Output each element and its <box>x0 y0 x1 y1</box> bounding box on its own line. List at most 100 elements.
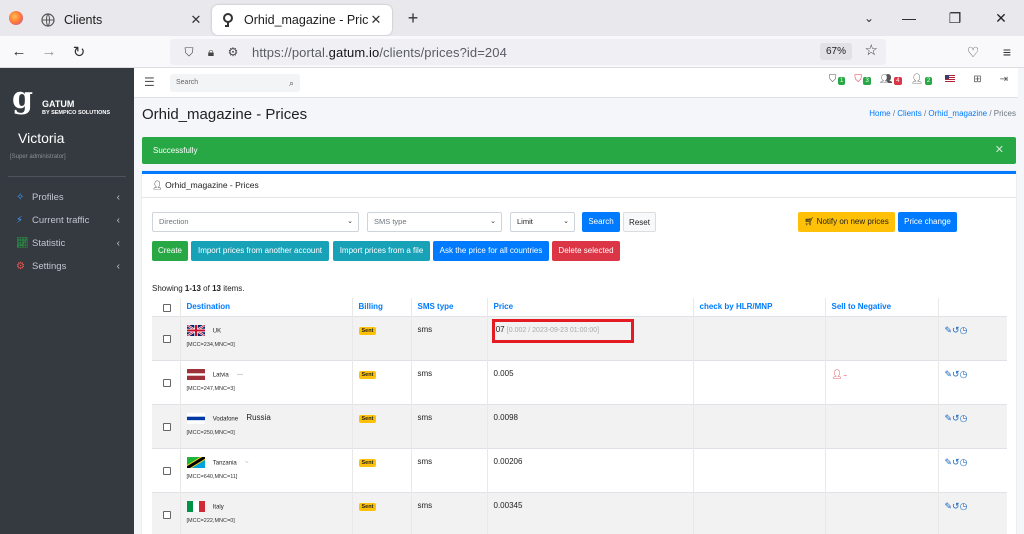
tab-title: Clients <box>64 13 103 27</box>
grid-icon[interactable]: ⊞ <box>973 74 981 85</box>
user-minus-icon[interactable]: 👤︎₋ <box>832 369 848 379</box>
list-tabs-chevron-icon[interactable]: ⌄ <box>864 0 874 36</box>
row-checkbox[interactable] <box>163 334 171 343</box>
search-icon[interactable]: ⌕ <box>289 74 294 92</box>
clock-icon[interactable]: ◷ <box>960 369 968 379</box>
minimize-button[interactable]: — <box>886 0 932 36</box>
user-notification-icon[interactable]: 👤︎ 2 <box>911 74 933 85</box>
tab-clients[interactable]: Clients ✕ <box>32 5 212 35</box>
notify-label: Notify on new prices <box>816 217 889 226</box>
price-cell[interactable]: 0.00345 <box>486 492 693 534</box>
price-value[interactable]: 0.00345 <box>494 501 523 510</box>
operator-logo-icon: ~ <box>245 460 249 467</box>
price-cell[interactable]: 0.0098 <box>486 404 693 448</box>
history-icon[interactable]: ↺ <box>952 457 960 467</box>
lock-icon[interactable]: 🔒︎ <box>200 45 222 60</box>
history-icon[interactable]: ↺ <box>952 501 960 511</box>
select-all-checkbox[interactable] <box>163 303 171 312</box>
restore-button[interactable]: ❐ <box>932 0 978 36</box>
notify-new-prices-button[interactable]: 🛒︎ Notify on new prices <box>798 212 895 232</box>
zoom-level[interactable]: 67% <box>819 43 852 60</box>
history-icon[interactable]: ↺ <box>952 369 960 379</box>
row-checkbox[interactable] <box>163 466 171 475</box>
browser-tabbar: Clients ✕ Orhid_magazine - Prices ✕ + ⌄ … <box>0 0 1024 36</box>
new-tab-button[interactable]: + <box>398 8 428 29</box>
price-value[interactable]: 0.005 <box>494 369 514 378</box>
back-button[interactable]: ← <box>4 43 34 60</box>
row-checkbox[interactable] <box>163 510 171 519</box>
edit-icon[interactable]: ✎ <box>945 413 953 423</box>
price-change-button[interactable]: Price change <box>898 212 957 232</box>
italy-flag-icon <box>186 500 205 512</box>
sidebar-menu: ✧ Profiles ‹ ⚡︎ Current traffic ‹ 📈︎ Sta… <box>0 186 134 278</box>
edit-icon[interactable]: ✎ <box>945 457 953 467</box>
sidebar-item-label: Profiles <box>32 192 64 203</box>
row-checkbox[interactable] <box>163 422 171 431</box>
price-value[interactable]: 0.0098 <box>494 413 518 422</box>
price-value[interactable]: 0.00206 <box>494 457 523 466</box>
url-text[interactable]: https://portal.gatum.io/clients/prices?i… <box>252 45 507 60</box>
col-destination[interactable]: Destination <box>179 298 352 316</box>
close-alert-icon[interactable]: ✕ <box>995 137 1004 164</box>
hamburger-icon[interactable]: ☰ <box>144 75 155 89</box>
app-menu-icon[interactable]: ≡ <box>990 36 1024 68</box>
alert-notification-icon[interactable]: ⛉ 3 <box>854 74 871 85</box>
search-button[interactable]: Search <box>582 212 620 232</box>
brand-logo[interactable]: g GATUM BY SEMPICO SOLUTIONS <box>12 82 132 122</box>
col-sms-type[interactable]: SMS type <box>410 298 487 316</box>
col-price[interactable]: Price <box>486 298 693 316</box>
billing-badge: Sent <box>358 370 377 379</box>
tab-prices[interactable]: Orhid_magazine - Prices ✕ <box>212 5 392 35</box>
create-button[interactable]: Create <box>152 241 188 261</box>
ask-price-all-countries-button[interactable]: Ask the price for all countries <box>433 241 549 261</box>
price-cell[interactable]: 0.005 <box>486 360 693 404</box>
row-checkbox[interactable] <box>163 378 171 387</box>
close-window-button[interactable]: ✕ <box>978 0 1024 36</box>
clock-icon[interactable]: ◷ <box>960 457 968 467</box>
import-from-file-button[interactable]: Import prices from a file <box>333 241 430 261</box>
address-bar[interactable]: ⛉ 🔒︎ ⚙ https://portal.gatum.io/clients/p… <box>170 39 886 65</box>
col-sell-negative[interactable]: Sell to Negative <box>824 298 938 316</box>
bookmark-star-icon[interactable]: ☆ <box>865 41 878 59</box>
import-from-account-button[interactable]: Import prices from another account <box>191 241 329 261</box>
sidebar-item-current-traffic[interactable]: ⚡︎ Current traffic ‹ <box>0 209 134 232</box>
direction-select[interactable]: Direction ⌄ <box>152 212 359 232</box>
clock-icon[interactable]: ◷ <box>960 501 968 511</box>
history-icon[interactable]: ↺ <box>952 325 960 335</box>
edit-icon[interactable]: ✎ <box>945 325 953 335</box>
sidebar-item-profiles[interactable]: ✧ Profiles ‹ <box>0 186 134 209</box>
delete-selected-button[interactable]: Delete selected <box>552 241 620 261</box>
edit-icon[interactable]: ✎ <box>945 501 953 511</box>
search-input[interactable]: Search ⌕ <box>170 74 300 92</box>
permissions-icon[interactable]: ⚙ <box>222 45 244 59</box>
price-cell[interactable]: 0.00206 <box>486 448 693 492</box>
sidebar-item-statistic[interactable]: 📈︎ Statistic ‹ <box>0 232 134 255</box>
users-notification-icon[interactable]: 👥︎ 4 <box>880 74 902 85</box>
logout-icon[interactable]: ⇥ <box>1000 74 1008 85</box>
reset-button[interactable]: Reset <box>623 212 656 232</box>
col-hlr-mnp[interactable]: check by HLR/MNP <box>692 298 825 316</box>
reload-button[interactable]: ↻ <box>64 43 94 61</box>
clock-icon[interactable]: ◷ <box>960 413 968 423</box>
breadcrumb-home[interactable]: Home <box>869 109 890 118</box>
col-billing[interactable]: Billing <box>351 298 411 316</box>
edit-icon[interactable]: ✎ <box>945 369 953 379</box>
chevron-left-icon: ‹ <box>116 215 120 226</box>
history-icon[interactable]: ↺ <box>952 413 960 423</box>
shield-notification-icon[interactable]: ⛉ 1 <box>829 74 846 85</box>
breadcrumb-client[interactable]: Orhid_magazine <box>928 109 987 118</box>
user-name[interactable]: Victoria <box>18 130 64 146</box>
us-flag-icon[interactable] <box>945 74 956 85</box>
close-tab-icon[interactable]: ✕ <box>188 12 204 28</box>
shield-icon[interactable]: ⛉ <box>178 45 200 60</box>
clock-icon[interactable]: ◷ <box>960 325 968 335</box>
forward-button[interactable]: → <box>34 43 64 60</box>
pocket-icon[interactable]: ♡ <box>956 36 990 68</box>
tab-title: Orhid_magazine - Prices <box>244 13 368 27</box>
sms-type-select[interactable]: SMS type ⌄ <box>367 212 502 232</box>
sidebar-item-settings[interactable]: ⚙ Settings ‹ <box>0 255 134 278</box>
limit-select[interactable]: Limit ⌄ <box>510 212 575 232</box>
breadcrumb-clients[interactable]: Clients <box>897 109 921 118</box>
firefox-menu-button[interactable] <box>0 0 32 36</box>
close-tab-icon[interactable]: ✕ <box>368 12 384 28</box>
